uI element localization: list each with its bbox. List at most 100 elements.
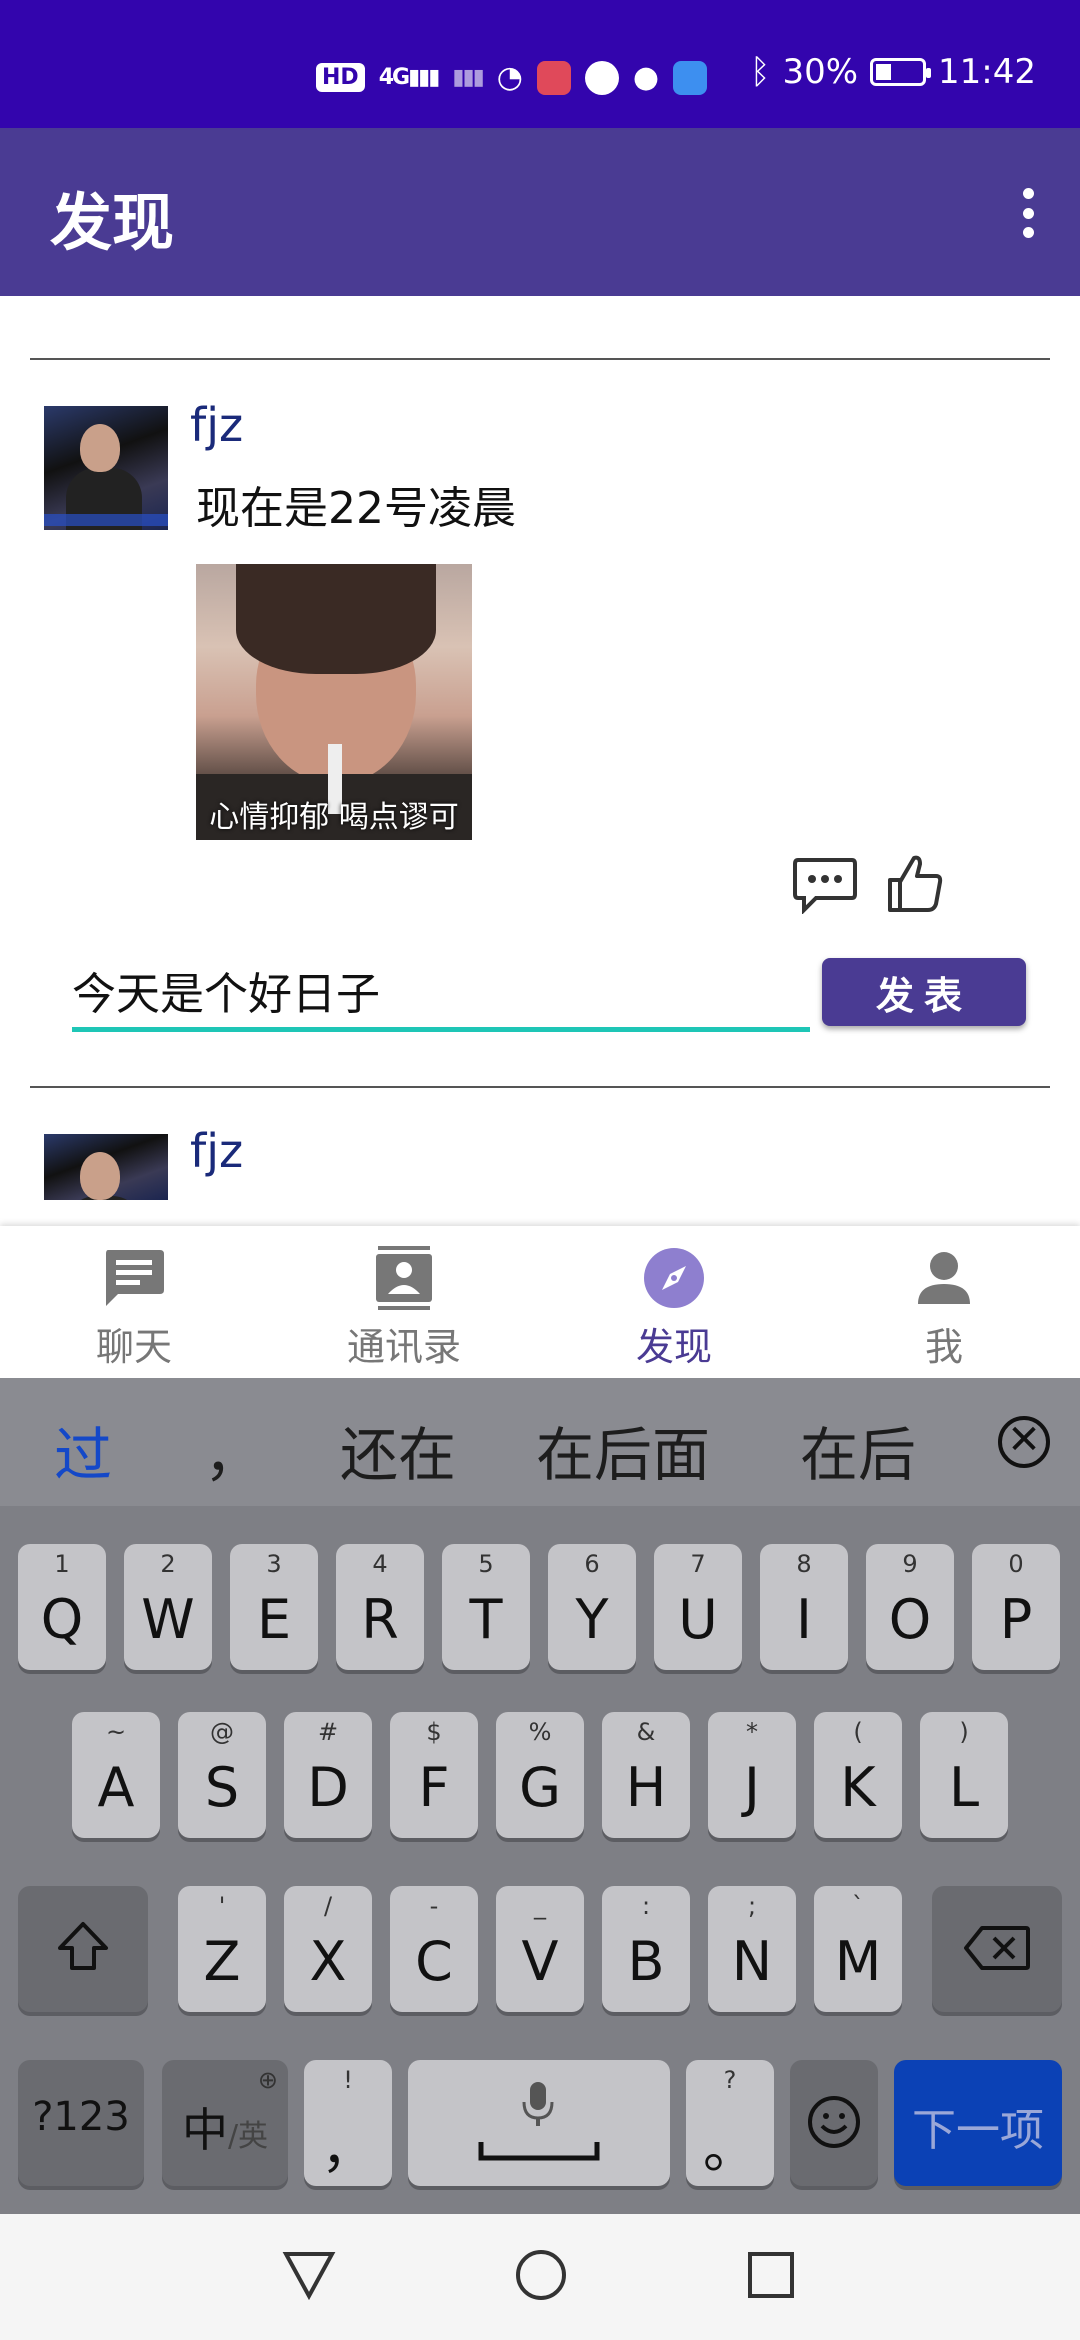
home-icon[interactable] (514, 2248, 568, 2302)
avatar[interactable] (44, 406, 168, 530)
person-icon (918, 1252, 970, 1304)
key-m[interactable]: ` M (814, 1886, 902, 2012)
candidate-item[interactable]: 还在 (340, 1408, 456, 1492)
key-k[interactable]: (K (814, 1712, 902, 1838)
key-label: W (141, 1588, 195, 1651)
key-n[interactable]: ; N (708, 1886, 796, 2012)
key-g[interactable]: % G (496, 1712, 584, 1838)
key-h[interactable]: & H (602, 1712, 690, 1838)
key-u[interactable]: 7U (654, 1544, 742, 1670)
post-divider (30, 1086, 1050, 1088)
message-app-icon (584, 60, 619, 95)
post-divider (30, 358, 1050, 360)
hd-icon: HD (316, 63, 365, 92)
status-icons: HD 4G▮▮▮ ▮▮▮ ◔ ● (316, 60, 708, 95)
symbols-key[interactable]: ?123 (18, 2060, 144, 2186)
candidate-item[interactable]: ， (204, 1408, 262, 1492)
post-author[interactable]: fjz (190, 398, 243, 452)
globe-icon: ⊕ (257, 2066, 278, 2094)
key-e[interactable]: 3E (230, 1544, 318, 1670)
tab-discover[interactable]: 发现 (574, 1246, 774, 1376)
avatar[interactable] (44, 1134, 168, 1200)
close-candidates-icon[interactable]: ✕ (998, 1416, 1050, 1468)
key-label: L (948, 1756, 980, 1819)
comment-input[interactable] (72, 952, 810, 1032)
next-key-label: 下一项 (912, 2105, 1044, 2156)
key-f[interactable]: $ F (390, 1712, 478, 1838)
tab-chat[interactable]: 聊天 (34, 1246, 234, 1376)
key-hint: 2 (160, 1550, 176, 1578)
period-key[interactable]: ? 。 (686, 2060, 774, 2186)
tab-chat-label: 聊天 (95, 1325, 172, 1369)
key-label: S (204, 1756, 240, 1819)
emoji-icon (808, 2096, 860, 2148)
key-hint: : (641, 1892, 651, 1920)
key-z[interactable]: ' Z (178, 1886, 266, 2012)
language-key[interactable]: ⊕ 中/英 (162, 2060, 288, 2186)
key-d[interactable]: # D (284, 1712, 372, 1838)
signal-4g-label: 4G (378, 65, 410, 90)
key-o[interactable]: 9O (866, 1544, 954, 1670)
key-t[interactable]: 5T (442, 1544, 530, 1670)
key-hint: ; (747, 1892, 757, 1920)
key-i[interactable]: 8I (760, 1544, 848, 1670)
wifi-icon: ◔ (496, 60, 523, 95)
key-hint: 6 (584, 1550, 600, 1578)
key-hint: ) (959, 1718, 969, 1746)
key-label: B (627, 1930, 665, 1993)
compass-icon (644, 1248, 704, 1308)
key-j[interactable]: * J (708, 1712, 796, 1838)
key-label: H (625, 1756, 667, 1819)
candidate-item[interactable]: 过 (54, 1408, 112, 1492)
key-hint: _ (534, 1892, 546, 1920)
tab-me-label: 我 (924, 1325, 963, 1369)
key-p[interactable]: 0P (972, 1544, 1060, 1670)
recents-icon[interactable] (746, 2250, 796, 2300)
battery-icon (870, 58, 932, 86)
status-right: ᛒ 30% 11:42 (750, 52, 1036, 92)
key-hint: 8 (796, 1550, 812, 1578)
comment-icon[interactable] (792, 856, 858, 914)
key-r[interactable]: 4R (336, 1544, 424, 1670)
publish-button[interactable]: 发表 (822, 958, 1026, 1026)
post-image-caption: 心情抑郁 喝点谬可 (209, 800, 459, 835)
comma-key[interactable]: ! ， (304, 2060, 392, 2186)
candidate-item[interactable]: 在后面 (536, 1408, 710, 1492)
key-w[interactable]: 2W (124, 1544, 212, 1670)
key-hint: / (323, 1892, 333, 1920)
key-v[interactable]: _ V (496, 1886, 584, 2012)
backspace-icon (964, 1926, 1030, 1970)
shift-key[interactable] (18, 1886, 148, 2012)
tab-me[interactable]: 我 (844, 1246, 1044, 1376)
moments-feed[interactable]: fjz 现在是22号凌晨 心情抑郁 喝点谬可 发表 fjz (0, 296, 1080, 1226)
key-b[interactable]: :B (602, 1886, 690, 2012)
next-key[interactable]: 下一项 (894, 2060, 1062, 2186)
space-key[interactable] (408, 2060, 670, 2186)
key-label: A (97, 1756, 135, 1819)
app-bar: 发现 (0, 128, 1080, 296)
key-hint: 9 (902, 1550, 918, 1578)
like-icon[interactable] (886, 854, 944, 914)
key-l[interactable]: ) L (920, 1712, 1008, 1838)
key-y[interactable]: 6Y (548, 1544, 636, 1670)
key-hint: ~ (105, 1718, 127, 1746)
key-a[interactable]: ~ A (72, 1712, 160, 1838)
key-label: F (418, 1756, 450, 1819)
back-icon[interactable] (282, 2250, 336, 2300)
key-label: E (256, 1588, 292, 1651)
tab-contacts[interactable]: 通讯录 (304, 1246, 504, 1376)
key-hint: 4 (372, 1550, 388, 1578)
post-author[interactable]: fjz (190, 1124, 243, 1178)
key-x[interactable]: / X (284, 1886, 372, 2012)
candidate-item[interactable]: 在后 (800, 1408, 916, 1492)
key-label: C (415, 1930, 453, 1993)
key-s[interactable]: @ S (178, 1712, 266, 1838)
chat-icon (106, 1250, 164, 1306)
post-image[interactable]: 心情抑郁 喝点谬可 (196, 564, 472, 840)
key-c[interactable]: -C (390, 1886, 478, 2012)
emoji-key[interactable] (790, 2060, 878, 2186)
key-hint: 1 (54, 1550, 70, 1578)
key-q[interactable]: 1Q (18, 1544, 106, 1670)
backspace-key[interactable] (932, 1886, 1062, 2012)
more-options-icon[interactable] (1020, 188, 1036, 238)
